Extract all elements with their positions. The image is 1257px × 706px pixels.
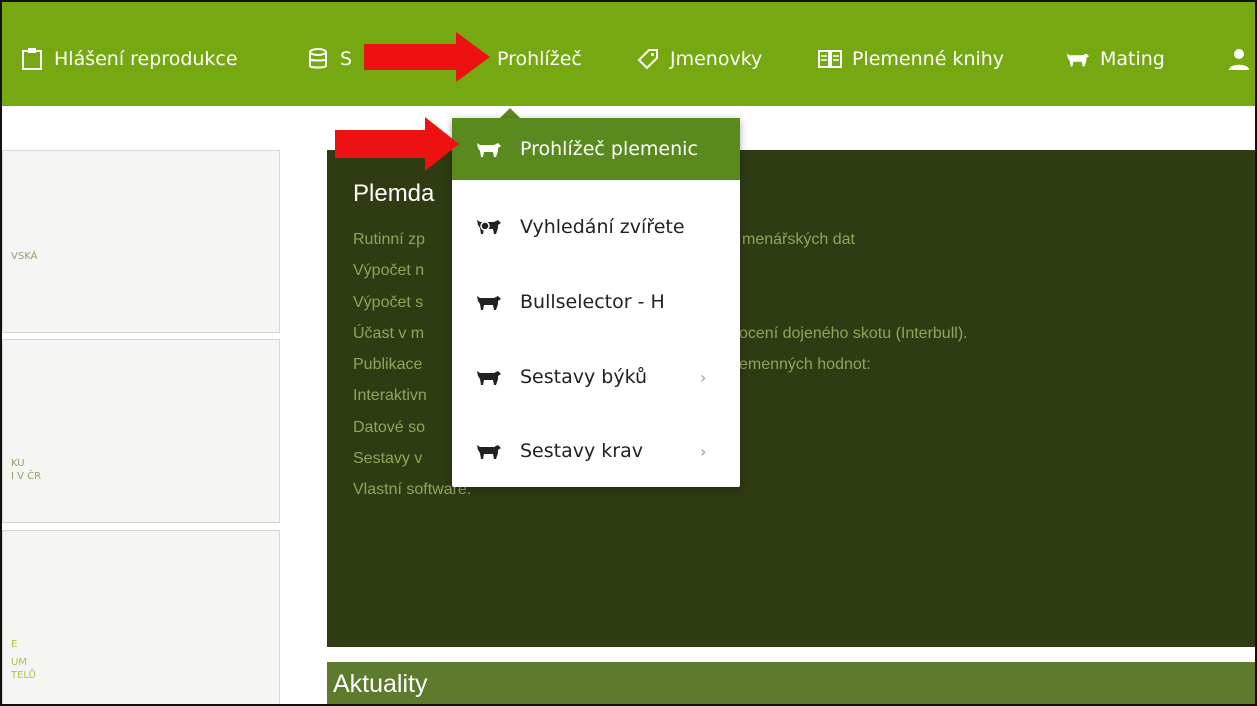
- nav-mating[interactable]: Mating: [1066, 44, 1165, 74]
- nav-s[interactable]: S: [306, 44, 352, 74]
- sidebar-tile[interactable]: KU I V ČR: [2, 339, 280, 523]
- nav-label: Hlášení reprodukce: [54, 48, 238, 70]
- hero-line: menářských dat: [742, 231, 855, 248]
- menu-item-label: Vyhledání zvířete: [520, 216, 685, 238]
- user-icon: [1227, 47, 1251, 71]
- cow-icon: [476, 441, 504, 461]
- nav-label: Mating: [1100, 48, 1165, 70]
- nav-hlaseni-reprodukce[interactable]: Hlášení reprodukce: [20, 44, 238, 74]
- cow-search-icon: [476, 217, 504, 237]
- book-icon: [818, 47, 842, 71]
- browser-viewport: Hlášení reprodukce S Prohlížeč Jmenovky …: [0, 0, 1257, 706]
- hero-line: Výpočet n: [353, 262, 425, 279]
- bull-icon: [476, 292, 504, 312]
- hero-line: Sestavy v: [353, 450, 423, 467]
- hero-line: Datové so: [353, 419, 426, 436]
- nav-user[interactable]: [1227, 44, 1255, 74]
- menu-item-label: Bullselector - H: [520, 291, 665, 313]
- red-arrow-annotation: [335, 117, 459, 171]
- hero-line: Účast v m: [353, 325, 425, 342]
- nav-jmenovky[interactable]: Jmenovky: [636, 44, 762, 74]
- dropdown-caret: [500, 108, 520, 118]
- menu-item-vyhledani-zvirete[interactable]: Vyhledání zvířete: [452, 196, 740, 258]
- news-title: Aktuality: [333, 670, 428, 698]
- hero-line: emenných hodnot:: [739, 356, 871, 373]
- top-navigation-bar: Hlášení reprodukce S Prohlížeč Jmenovky …: [2, 2, 1255, 106]
- hero-line: Interaktivn: [353, 387, 427, 404]
- nav-label: Plemenné knihy: [852, 48, 1005, 70]
- menu-item-sestavy-krav[interactable]: Sestavy krav ›: [452, 420, 740, 482]
- hero-title: Plemda: [353, 180, 435, 207]
- sidebar-tile[interactable]: E UM TELŮ: [2, 530, 280, 704]
- menu-item-label: Sestavy býků: [520, 366, 648, 388]
- cow-icon: [476, 139, 504, 159]
- tile-label: KU: [11, 458, 25, 469]
- hero-line: Výpočet s: [353, 294, 424, 311]
- prohlizec-dropdown-menu: Prohlížeč plemenic Vyhledání zvířete Bul…: [452, 118, 740, 487]
- clipboard-icon: [20, 47, 44, 71]
- menu-item-bullselector[interactable]: Bullselector - H: [452, 271, 740, 333]
- sidebar-tile[interactable]: VSKÁ: [2, 150, 280, 333]
- cow-icon: [1066, 47, 1090, 71]
- chevron-right-icon: ›: [700, 441, 707, 461]
- nav-plemenne-knihy[interactable]: Plemenné knihy: [818, 44, 1004, 74]
- chevron-right-icon: ›: [700, 367, 707, 387]
- nav-label: Prohlížeč: [497, 48, 582, 70]
- nav-label: Jmenovky: [670, 48, 763, 70]
- red-arrow-annotation: [364, 32, 490, 82]
- menu-item-label: Prohlížeč plemenic: [520, 138, 698, 160]
- tile-label: TELŮ: [11, 670, 36, 681]
- nav-label: S: [340, 48, 353, 70]
- hero-line: Rutinní zp: [353, 231, 426, 248]
- news-section-header: Aktuality: [327, 662, 1255, 704]
- hero-line: Publikace: [353, 356, 423, 373]
- tile-label: E: [11, 639, 18, 650]
- tile-label: UM: [11, 657, 27, 668]
- bull-icon: [476, 367, 504, 387]
- menu-item-label: Sestavy krav: [520, 440, 643, 462]
- nav-prohlizec[interactable]: Prohlížeč: [497, 44, 582, 74]
- tile-label: I V ČR: [11, 471, 42, 482]
- tag-icon: [636, 47, 660, 71]
- menu-item-sestavy-byku[interactable]: Sestavy býků ›: [452, 346, 740, 408]
- tile-label: VSKÁ: [11, 251, 38, 262]
- hero-line: ocení dojeného skotu (Interbull).: [739, 325, 968, 342]
- menu-item-prohlizec-plemenic[interactable]: Prohlížeč plemenic: [452, 118, 740, 180]
- database-icon: [306, 47, 330, 71]
